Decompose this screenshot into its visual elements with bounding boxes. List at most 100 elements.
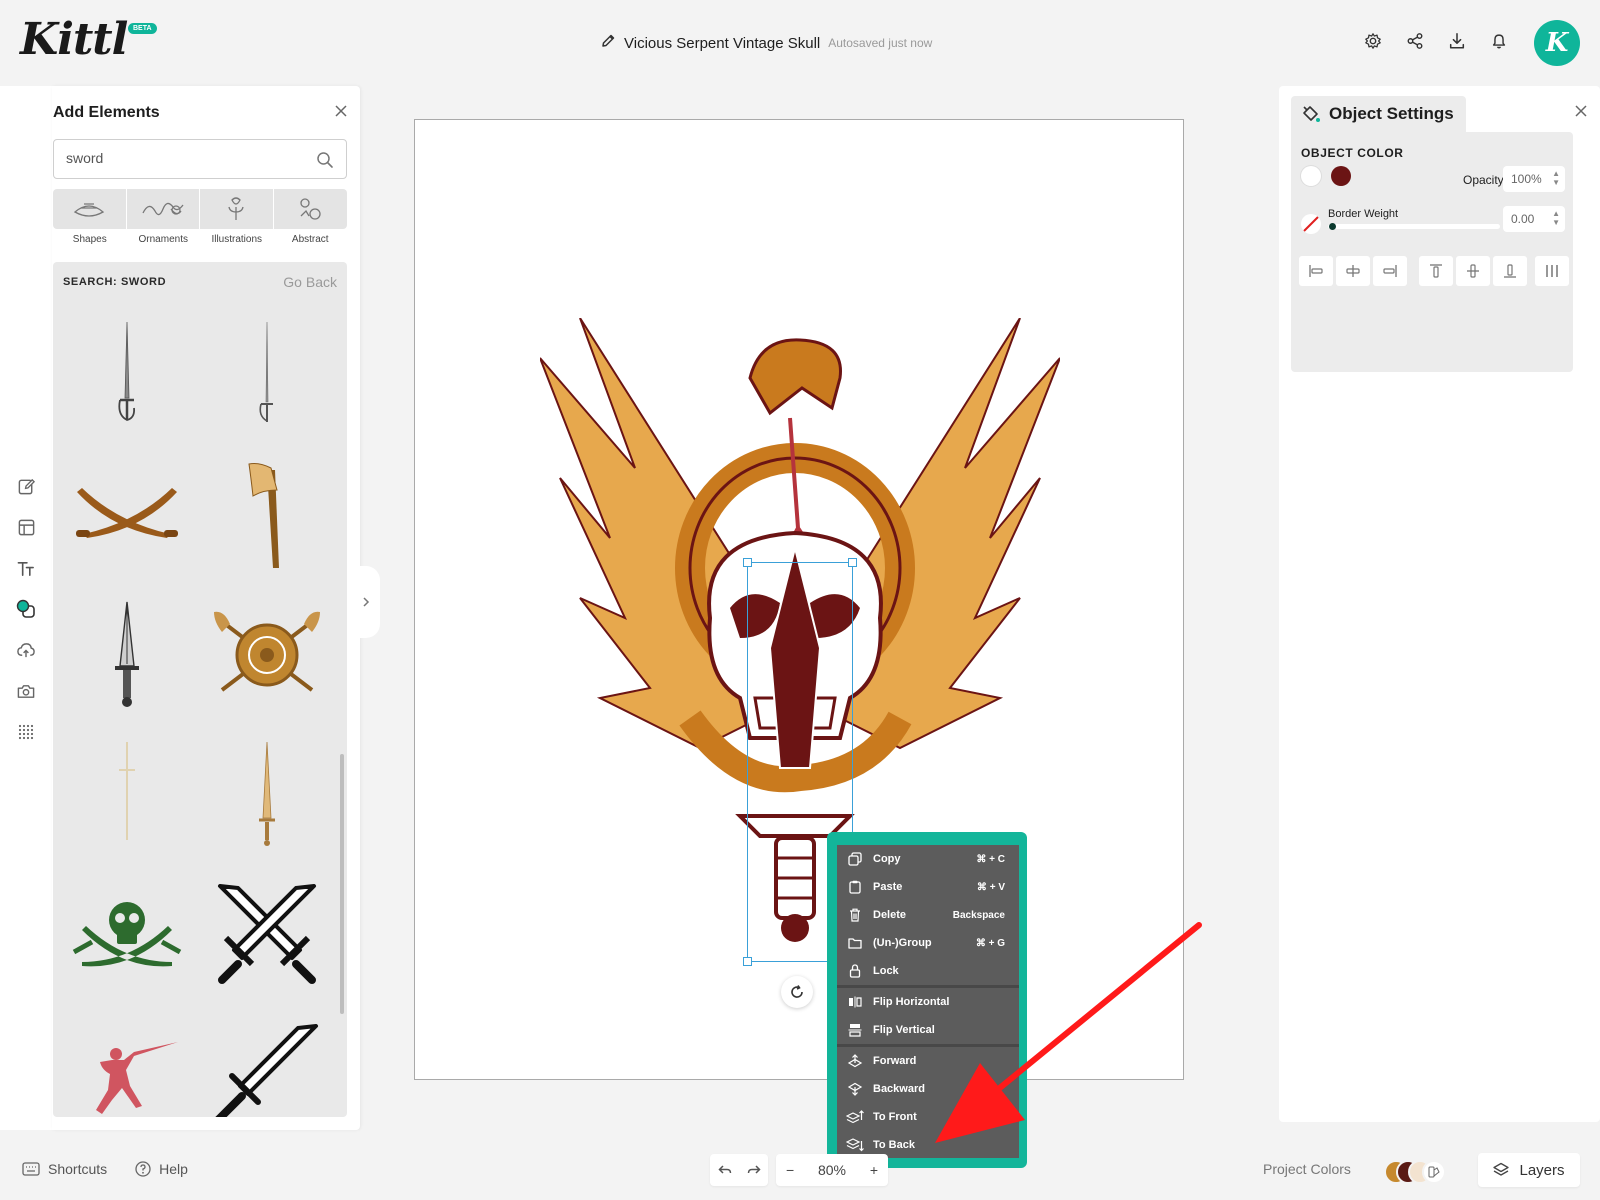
result-faint-sword[interactable] xyxy=(67,735,187,855)
align-right-icon[interactable] xyxy=(1373,256,1407,286)
search-input[interactable] xyxy=(66,150,306,166)
result-fencer[interactable] xyxy=(67,1015,187,1117)
shortcuts-button[interactable]: Shortcuts xyxy=(22,1161,107,1177)
align-bottom-icon[interactable] xyxy=(1493,256,1527,286)
menu-item-paste[interactable]: Paste ⌘ + V xyxy=(837,873,1019,901)
search-icon[interactable] xyxy=(316,151,334,169)
result-thin-rapier-sword[interactable] xyxy=(207,315,327,435)
help-button[interactable]: Help xyxy=(135,1161,188,1177)
category-shapes[interactable]: Shapes xyxy=(53,189,127,247)
border-weight-input[interactable]: 0.00 ▲ ▼ xyxy=(1503,206,1565,232)
pattern-icon[interactable] xyxy=(15,721,37,743)
flip-horizontal-icon xyxy=(845,994,865,1010)
search-results: SEARCH: SWORD Go Back xyxy=(53,262,347,1117)
align-center-h-icon[interactable] xyxy=(1336,256,1370,286)
category-illustrations[interactable]: Illustrations xyxy=(200,189,274,247)
shapes-icon xyxy=(74,203,105,217)
result-dagger[interactable] xyxy=(67,595,187,715)
zoom-in-button[interactable]: + xyxy=(870,1162,878,1178)
palette-icon[interactable] xyxy=(1422,1160,1446,1184)
object-settings-tab[interactable]: Object Settings xyxy=(1291,96,1466,132)
project-colors-swatches[interactable] xyxy=(1384,1160,1456,1184)
templates-icon[interactable] xyxy=(15,516,37,538)
gear-icon[interactable] xyxy=(1362,30,1384,52)
result-crossed-swords-outline[interactable] xyxy=(207,875,327,995)
bell-icon[interactable] xyxy=(1488,30,1510,52)
go-back-link[interactable]: Go Back xyxy=(283,274,337,290)
menu-item-label: (Un-)Group xyxy=(873,937,932,949)
zoom-out-button[interactable]: − xyxy=(786,1162,794,1178)
category-tabs: Shapes Ornaments Illustrations Abstract xyxy=(53,189,347,247)
annotation-arrow-icon xyxy=(935,922,1202,1143)
border-weight-slider[interactable] xyxy=(1328,224,1500,229)
result-shield-crossed-axes[interactable] xyxy=(207,595,327,715)
color-swatch-white[interactable] xyxy=(1301,166,1321,186)
category-label: Abstract xyxy=(291,234,329,245)
resize-handle[interactable] xyxy=(743,957,752,966)
text-icon[interactable] xyxy=(15,557,37,579)
elements-icon[interactable] xyxy=(15,598,37,620)
slider-thumb[interactable] xyxy=(1329,223,1336,230)
resize-handle[interactable] xyxy=(743,558,752,567)
category-ornaments[interactable]: Ornaments xyxy=(126,189,201,247)
download-icon[interactable] xyxy=(1446,30,1468,52)
keyboard-icon xyxy=(22,1162,40,1176)
category-label: Illustrations xyxy=(211,234,263,245)
no-border-icon[interactable] xyxy=(1301,214,1321,234)
document-title[interactable]: Vicious Serpent Vintage Skull xyxy=(624,35,820,52)
object-settings-panel: Object Settings OBJECT COLOR Opacity 100… xyxy=(1279,86,1600,1122)
search-field[interactable] xyxy=(53,139,347,179)
result-sword-outline[interactable] xyxy=(207,1015,327,1117)
result-rapier-sword[interactable] xyxy=(67,315,187,435)
object-settings-body: OBJECT COLOR Opacity 100% ▲ ▼ Border Weig… xyxy=(1291,132,1573,372)
object-color-label: OBJECT COLOR xyxy=(1301,146,1404,160)
shortcuts-label: Shortcuts xyxy=(48,1161,108,1177)
left-tool-rail xyxy=(0,86,52,1130)
share-icon[interactable] xyxy=(1404,30,1426,52)
menu-item-shortcut: ⌘ + V xyxy=(976,881,1005,893)
opacity-input[interactable]: 100% ▲ ▼ xyxy=(1503,166,1565,192)
zoom-level[interactable]: 80% xyxy=(807,1162,857,1178)
chevron-right-icon xyxy=(363,597,370,607)
help-icon xyxy=(135,1161,151,1177)
align-top-icon[interactable] xyxy=(1419,256,1453,286)
collapse-panel-button[interactable] xyxy=(352,566,380,638)
menu-item-label: To Back xyxy=(873,1139,915,1151)
redo-icon[interactable] xyxy=(747,1164,761,1176)
result-axe[interactable] xyxy=(207,455,327,575)
results-scrollbar[interactable] xyxy=(340,754,344,1014)
layers-button[interactable]: Layers xyxy=(1478,1153,1580,1187)
undo-icon[interactable] xyxy=(717,1164,732,1176)
panel-title: Add Elements xyxy=(53,104,160,121)
align-left-icon[interactable] xyxy=(1299,256,1333,286)
menu-item-copy[interactable]: Copy ⌘ + C xyxy=(837,845,1019,873)
document-title-area[interactable]: Vicious Serpent Vintage Skull Autosaved … xyxy=(600,33,932,53)
color-swatch-dark-red[interactable] xyxy=(1331,166,1351,186)
stepper-icon[interactable]: ▲ ▼ xyxy=(1552,209,1560,227)
upload-icon[interactable] xyxy=(15,639,37,661)
user-avatar[interactable]: K xyxy=(1534,20,1580,66)
menu-item-shortcut: ⌘ + C xyxy=(976,853,1005,865)
result-crossed-scimitars[interactable] xyxy=(67,455,187,575)
menu-item-label: Lock xyxy=(873,965,899,977)
rotate-handle[interactable] xyxy=(781,976,813,1008)
add-elements-panel: Add Elements Shapes Ornaments Illustrati… xyxy=(52,86,360,1130)
kittl-logo[interactable]: Kittl xyxy=(20,14,128,65)
close-icon[interactable] xyxy=(1574,104,1588,118)
paste-icon xyxy=(845,879,865,895)
stepper-icon[interactable]: ▲ ▼ xyxy=(1552,169,1560,187)
menu-item-label: Delete xyxy=(873,909,907,921)
category-abstract[interactable]: Abstract xyxy=(273,189,347,247)
edit-icon[interactable] xyxy=(15,475,37,497)
folder-icon xyxy=(845,935,865,951)
resize-handle[interactable] xyxy=(848,558,857,567)
align-middle-v-icon[interactable] xyxy=(1456,256,1490,286)
result-pirate-skull-swords[interactable] xyxy=(67,875,187,995)
result-golden-sword[interactable] xyxy=(207,735,327,855)
close-icon[interactable] xyxy=(334,104,348,118)
camera-icon[interactable] xyxy=(15,680,37,702)
menu-item-label: To Front xyxy=(873,1111,917,1123)
distribute-icon[interactable] xyxy=(1535,256,1569,286)
pencil-icon[interactable] xyxy=(600,33,616,54)
category-label: Shapes xyxy=(72,234,107,245)
